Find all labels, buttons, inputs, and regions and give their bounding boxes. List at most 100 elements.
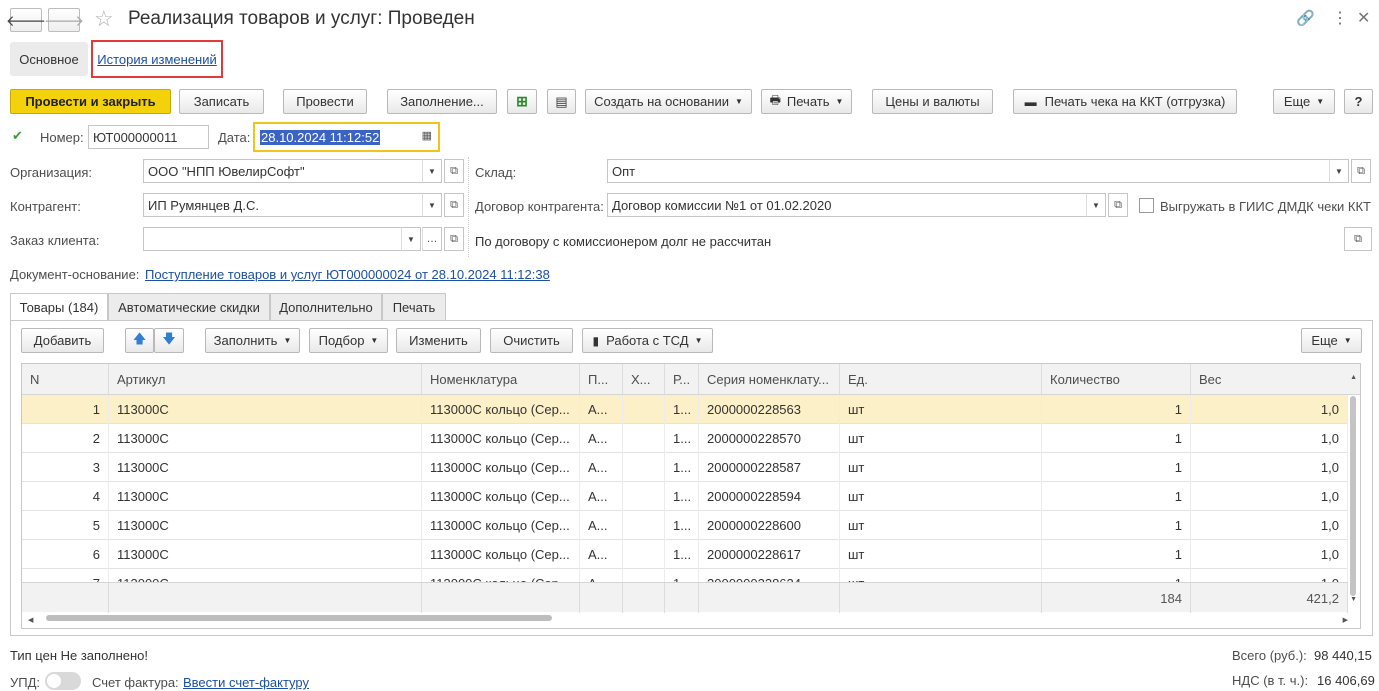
client-order-open-button[interactable]: ⧉ xyxy=(444,227,464,251)
cell-nomenclature: 113000С кольцо (Сер... xyxy=(422,482,580,511)
pick-label: Подбор xyxy=(318,333,365,348)
link-icon[interactable]: 🔗 xyxy=(1296,9,1315,27)
calendar-icon[interactable]: ▦ xyxy=(422,129,432,142)
column-header-r[interactable]: Р... xyxy=(665,364,699,395)
column-header-quantity[interactable]: Количество xyxy=(1042,364,1191,395)
table-row[interactable]: 2 113000С 113000С кольцо (Сер... А... 1... 20… xyxy=(22,424,1348,453)
warehouse-open-button[interactable]: ⧉ xyxy=(1351,159,1371,183)
table-more-button[interactable]: Еще ▼ xyxy=(1301,328,1362,353)
cell-h xyxy=(623,395,665,424)
vertical-scrollbar[interactable] xyxy=(1349,388,1356,596)
section-tab-history[interactable]: История изменений xyxy=(91,40,223,78)
save-button[interactable]: Записать xyxy=(179,89,264,114)
column-header-series[interactable]: Серия номенклату... xyxy=(699,364,840,395)
client-order-dropdown-button[interactable]: ▼ xyxy=(401,227,421,251)
vat-value: 16 406,69 xyxy=(1317,673,1375,688)
column-header-nomenclature[interactable]: Номенклатура xyxy=(422,364,580,395)
kebab-menu-icon[interactable]: ⋮ xyxy=(1332,8,1348,28)
change-button[interactable]: Изменить xyxy=(396,328,481,353)
back-button[interactable]: 🡐 xyxy=(6,8,46,32)
contract-field[interactable]: Договор комиссии №1 от 01.02.2020 xyxy=(607,193,1087,217)
tab-goods[interactable]: Товары (184) xyxy=(10,293,108,321)
table-plus-icon: ⊞ xyxy=(516,93,528,109)
cell-r: 1... xyxy=(665,424,699,453)
counterparty-open-button[interactable]: ⧉ xyxy=(444,193,464,217)
vertical-scrollbar-thumb[interactable] xyxy=(1350,396,1356,596)
create-based-button[interactable]: Создать на основании ▼ xyxy=(585,89,752,114)
date-field[interactable]: 28.10.2024 11:12:52 ▦ xyxy=(253,122,440,152)
giis-checkbox[interactable] xyxy=(1139,198,1154,213)
fill-button[interactable]: Заполнение... xyxy=(387,89,497,114)
counterparty-dropdown-button[interactable]: ▼ xyxy=(422,193,442,217)
invoice-link[interactable]: Ввести счет-фактуру xyxy=(183,675,309,690)
cell-h xyxy=(623,424,665,453)
organization-open-button[interactable]: ⧉ xyxy=(444,159,464,183)
prices-currencies-button[interactable]: Цены и валюты xyxy=(872,89,993,114)
goods-table[interactable]: N Артикул Номенклатура П... Х... Р... Се… xyxy=(21,363,1361,629)
section-tab-main[interactable]: Основное xyxy=(10,42,88,76)
fill-table-button[interactable]: Заполнить ▼ xyxy=(205,328,300,353)
close-icon[interactable]: ✕ xyxy=(1357,8,1370,28)
horizontal-scrollbar[interactable] xyxy=(30,614,1340,622)
cell-quantity: 1 xyxy=(1042,395,1191,424)
warehouse-dropdown-button[interactable]: ▼ xyxy=(1329,159,1349,183)
tab-auto-discounts[interactable]: Автоматические скидки xyxy=(108,293,270,320)
column-header-article[interactable]: Артикул xyxy=(109,364,422,395)
create-based-label: Создать на основании xyxy=(594,94,729,109)
base-document-link[interactable]: Поступление товаров и услуг ЮТ000000024 … xyxy=(145,267,550,282)
add-row-button[interactable]: Добавить xyxy=(21,328,104,353)
counterparty-field[interactable]: ИП Румянцев Д.С. xyxy=(143,193,423,217)
client-order-select-button[interactable]: … xyxy=(422,227,442,251)
organization-field[interactable]: ООО "НПП ЮвелирСофт" xyxy=(143,159,423,183)
tsd-button[interactable]: ▮ Работа с ТСД ▼ xyxy=(582,328,713,353)
open-window-icon: ⧉ xyxy=(1114,198,1122,211)
cell-unit: шт xyxy=(840,395,1042,424)
kkt-print-button[interactable]: ▬ Печать чека на ККТ (отгрузка) xyxy=(1013,89,1237,114)
forward-button[interactable]: 🡒 xyxy=(44,8,84,32)
move-up-button[interactable]: 🡅 xyxy=(125,328,154,353)
tab-additional[interactable]: Дополнительно xyxy=(270,293,382,320)
table-row[interactable]: 3 113000С 113000С кольцо (Сер... А... 1... 20… xyxy=(22,453,1348,482)
table-row[interactable]: 1 113000С 113000С кольцо (Сер... А... 1... 20… xyxy=(22,395,1348,424)
number-field[interactable]: ЮТ000000011 xyxy=(88,125,209,149)
cell-p: А... xyxy=(580,540,623,569)
contract-open-button[interactable]: ⧉ xyxy=(1108,193,1128,217)
debt-open-button[interactable]: ⧉ xyxy=(1344,227,1372,251)
column-header-weight[interactable]: Вес xyxy=(1191,364,1360,395)
help-button[interactable]: ? xyxy=(1344,89,1373,114)
more-button[interactable]: Еще ▼ xyxy=(1273,89,1335,114)
total-value: 98 440,15 xyxy=(1314,648,1372,663)
tab-print[interactable]: Печать xyxy=(382,293,446,320)
upd-label: УПД: xyxy=(10,675,41,690)
post-button[interactable]: Провести xyxy=(283,89,367,114)
scroll-up-icon[interactable]: ▲ xyxy=(1350,374,1357,381)
column-header-h[interactable]: Х... xyxy=(623,364,665,395)
cell-quantity: 1 xyxy=(1042,511,1191,540)
horizontal-scrollbar-thumb[interactable] xyxy=(46,615,552,621)
warehouse-field[interactable]: Опт xyxy=(607,159,1330,183)
add-rows-button[interactable]: ⊞ xyxy=(507,89,537,114)
organization-dropdown-button[interactable]: ▼ xyxy=(422,159,442,183)
move-down-button[interactable]: 🡇 xyxy=(154,328,184,353)
table-row[interactable]: 4 113000С 113000С кольцо (Сер... А... 1... 20… xyxy=(22,482,1348,511)
favorite-star-icon[interactable]: ☆ xyxy=(94,6,114,32)
table-row[interactable]: 5 113000С 113000С кольцо (Сер... А... 1... 20… xyxy=(22,511,1348,540)
column-header-unit[interactable]: Ед. xyxy=(840,364,1042,395)
column-header-p[interactable]: П... xyxy=(580,364,623,395)
upd-toggle[interactable] xyxy=(45,672,81,690)
post-and-close-button[interactable]: Провести и закрыть xyxy=(10,89,171,114)
clear-button[interactable]: Очистить xyxy=(490,328,573,353)
scroll-right-icon[interactable]: ▶ xyxy=(1343,616,1348,624)
table-row[interactable]: 6 113000С 113000С кольцо (Сер... А... 1... 20… xyxy=(22,540,1348,569)
pick-button[interactable]: Подбор ▼ xyxy=(309,328,388,353)
client-order-field[interactable] xyxy=(143,227,402,251)
print-button[interactable]: 🖶 Печать ▼ xyxy=(761,89,852,114)
cell-unit: шт xyxy=(840,424,1042,453)
report-button[interactable]: ▤ xyxy=(547,89,576,114)
column-header-n[interactable]: N xyxy=(22,364,109,395)
table-more-label: Еще xyxy=(1311,333,1338,348)
contract-dropdown-button[interactable]: ▼ xyxy=(1086,193,1106,217)
scroll-down-icon[interactable]: ▼ xyxy=(1350,596,1357,603)
document-icon: ▤ xyxy=(555,93,568,109)
scroll-left-icon[interactable]: ◀ xyxy=(28,616,33,624)
